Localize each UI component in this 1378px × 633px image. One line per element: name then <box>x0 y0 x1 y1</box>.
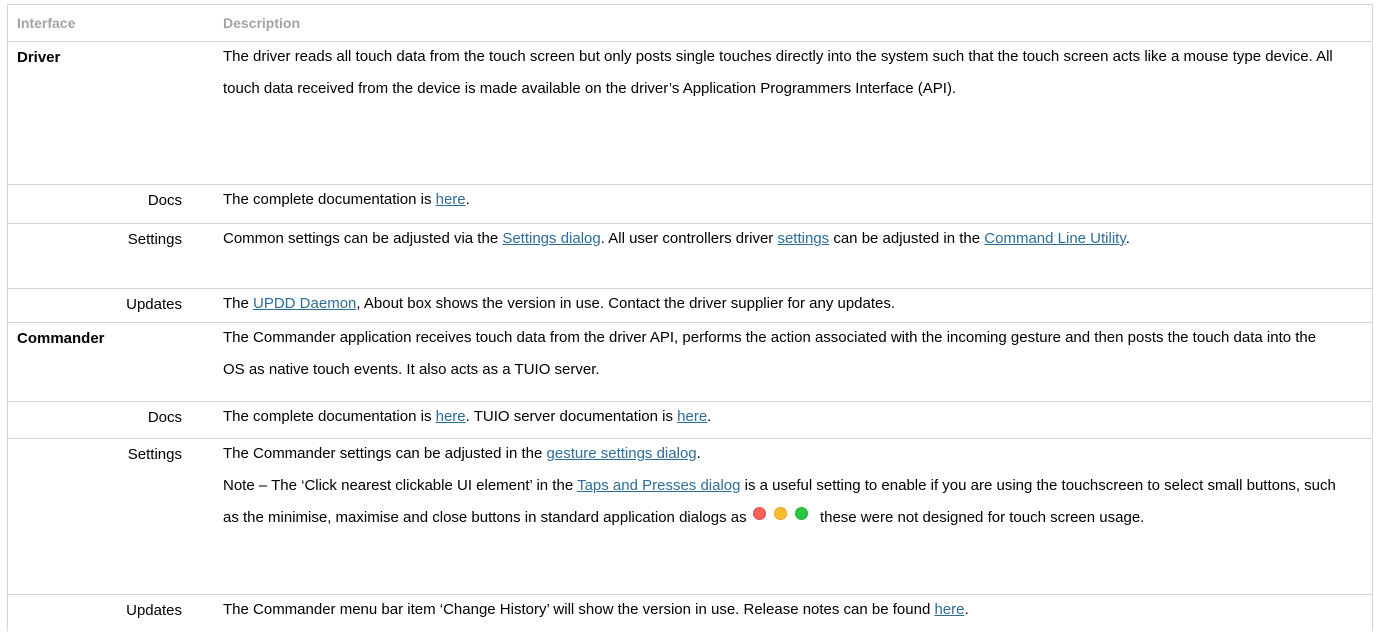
sublabel-updates: Updates <box>126 296 182 313</box>
row-driver-updates: Updates The UPDD Daemon, About box shows… <box>8 288 1372 323</box>
row-commander-settings: Settings The Commander settings can be a… <box>8 438 1372 595</box>
driver-settings-text-1: Common settings can be adjusted via the <box>223 230 503 247</box>
row-driver: Driver The driver reads all touch data f… <box>8 41 1372 185</box>
row-commander-updates: Updates The Commander menu bar item ‘Cha… <box>8 594 1372 633</box>
driver-docs-text-1: The complete documentation is <box>223 191 436 208</box>
updd-daemon-link[interactable]: UPDD Daemon <box>253 295 356 312</box>
sublabel-docs: Docs <box>147 192 182 209</box>
command-line-utility-link[interactable]: Command Line Utility <box>984 230 1125 247</box>
driver-updates-text-2: , About box shows the version in use. Co… <box>356 295 896 312</box>
row-label-commander: Commander <box>17 330 105 347</box>
commander-docs-link[interactable]: here <box>436 408 466 425</box>
row-commander: Commander The Commander application rece… <box>8 322 1372 402</box>
sublabel-docs: Docs <box>147 409 182 426</box>
minimise-dot-icon <box>773 507 787 521</box>
note-text-1: Note – The ‘Click nearest clickable UI e… <box>223 477 578 494</box>
sublabel-settings: Settings <box>127 446 182 463</box>
driver-settings-text-4: . <box>1125 230 1130 247</box>
commander-settings-line: The Commander settings can be adjusted i… <box>223 438 1338 470</box>
row-commander-docs: Docs The complete documentation is here.… <box>8 401 1372 439</box>
driver-docs-link[interactable]: here <box>436 191 466 208</box>
header-description: Description <box>223 15 301 31</box>
gesture-settings-dialog-link[interactable]: gesture settings dialog <box>547 445 697 462</box>
row-label-driver: Driver <box>17 49 61 66</box>
driver-settings-text-2: . All user controllers driver <box>600 230 778 247</box>
commander-docs-text-2: . TUIO server documentation is <box>465 408 678 425</box>
tuio-docs-link[interactable]: here <box>677 408 707 425</box>
driver-updates-text: The UPDD Daemon, About box shows the ver… <box>223 288 1338 320</box>
commander-settings-text: The Commander settings can be adjusted i… <box>223 438 1338 534</box>
commander-description: The Commander application receives touch… <box>223 329 1317 378</box>
commander-updates-text-1: The Commander menu bar item ‘Change Hist… <box>223 601 935 618</box>
maximise-dot-icon <box>794 507 808 521</box>
commander-settings-note: Note – The ‘Click nearest clickable UI e… <box>223 470 1338 534</box>
driver-description: The driver reads all touch data from the… <box>223 48 1333 97</box>
commander-docs-text-3: . <box>707 408 712 425</box>
commander-docs-text: The complete documentation is here. TUIO… <box>223 401 1338 433</box>
release-notes-link[interactable]: here <box>934 601 964 618</box>
commander-settings-text-1: The Commander settings can be adjusted i… <box>223 445 547 462</box>
interface-table: Interface Description Driver The driver … <box>7 4 1373 631</box>
driver-docs-text-2: . <box>465 191 470 208</box>
sublabel-updates: Updates <box>126 602 182 619</box>
driver-settings-text: Common settings can be adjusted via the … <box>223 223 1338 255</box>
driver-updates-text-1: The <box>223 295 254 312</box>
traffic-light-buttons-image <box>752 500 816 532</box>
settings-link[interactable]: settings <box>777 230 829 247</box>
header-interface: Interface <box>17 15 76 31</box>
settings-dialog-link[interactable]: Settings dialog <box>502 230 600 247</box>
commander-docs-text-1: The complete documentation is <box>223 408 436 425</box>
driver-docs-text: The complete documentation is here. <box>223 184 1338 216</box>
note-text-3: these were not designed for touch screen… <box>815 509 1145 526</box>
commander-updates-text-2: . <box>964 601 969 618</box>
driver-settings-text-3: can be adjusted in the <box>829 230 985 247</box>
row-driver-settings: Settings Common settings can be adjusted… <box>8 223 1372 289</box>
commander-settings-text-2: . <box>696 445 701 462</box>
commander-updates-text: The Commander menu bar item ‘Change Hist… <box>223 594 1338 626</box>
taps-and-presses-dialog-link[interactable]: Taps and Presses dialog <box>577 477 740 494</box>
close-dot-icon <box>752 507 766 521</box>
sublabel-settings: Settings <box>127 231 182 248</box>
row-driver-docs: Docs The complete documentation is here. <box>8 184 1372 224</box>
